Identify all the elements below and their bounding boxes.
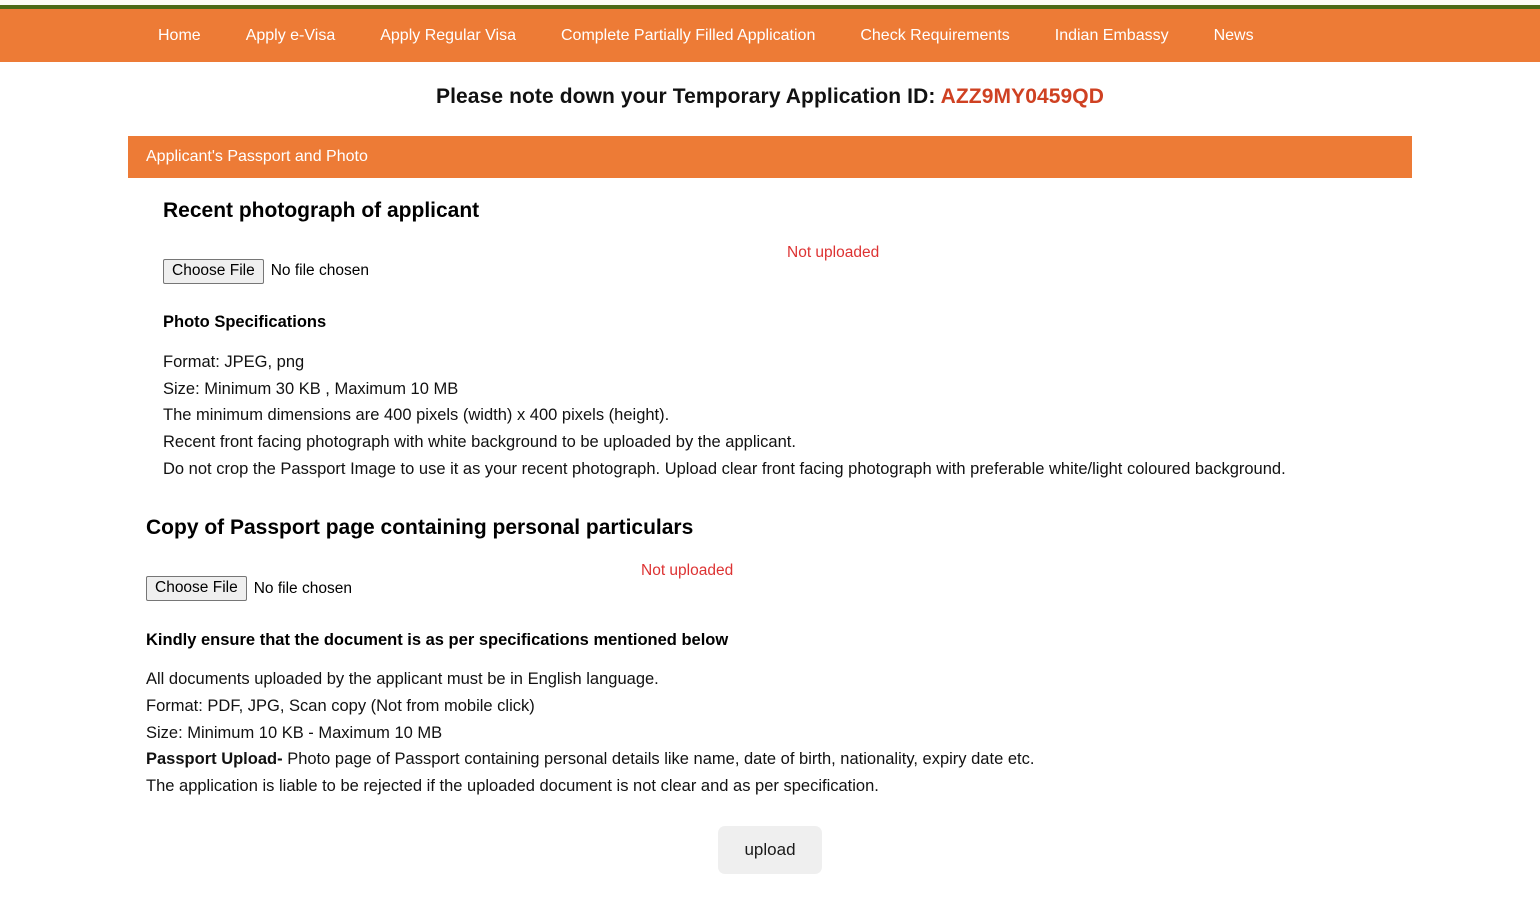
photo-spec-line: Size: Minimum 30 KB , Maximum 10 MB: [163, 379, 459, 398]
document-spec-line-passport-upload: Passport Upload- Photo page of Passport …: [146, 746, 1370, 773]
passport-choose-file-button[interactable]: Choose File: [146, 576, 247, 602]
nav-item-apply-regular-visa[interactable]: Apply Regular Visa: [380, 27, 516, 44]
nav-item-news[interactable]: News: [1214, 27, 1254, 44]
passport-section-heading: Copy of Passport page containing persona…: [146, 516, 694, 540]
temporary-application-id-label: Please note down your Temporary Applicat…: [435, 85, 941, 108]
passport-upload-emphasis: Passport Upload-: [146, 750, 283, 769]
passport-file-name: No file chosen: [253, 579, 352, 597]
section-header-title: Applicant's Passport and Photo: [146, 148, 368, 165]
photo-spec-line: Format: JPEG, png: [163, 352, 305, 371]
section-header-bar: Applicant's Passport and Photo: [128, 136, 1412, 178]
document-specifications-list: All documents uploaded by the applicant …: [0, 650, 1540, 800]
photo-spec-line: Recent front facing photograph with whit…: [163, 432, 796, 451]
photo-file-name: No file chosen: [270, 262, 369, 280]
photo-specifications-list: Format: JPEG, png Size: Minimum 30 KB , …: [0, 332, 1540, 483]
nav-item-complete-partially-filled-application[interactable]: Complete Partially Filled Application: [561, 27, 815, 44]
nav-item-indian-embassy[interactable]: Indian Embassy: [1055, 27, 1169, 44]
primary-navigation: Home Apply e-Visa Apply Regular Visa Com…: [0, 9, 1540, 62]
passport-upload-rest: Photo page of Passport containing person…: [282, 750, 1035, 769]
photo-upload-row: Choose File No file chosen Not uploaded: [0, 223, 1540, 284]
nav-item-apply-evisa[interactable]: Apply e-Visa: [246, 27, 336, 44]
photo-spec-line: The minimum dimensions are 400 pixels (w…: [163, 406, 670, 425]
nav-item-home[interactable]: Home: [158, 27, 201, 44]
photo-specifications-title: Photo Specifications: [163, 312, 327, 331]
main-content: Recent photograph of applicant Choose Fi…: [0, 178, 1540, 874]
passport-upload-status: Not uploaded: [641, 561, 734, 579]
temporary-application-id-value: AZZ9MY0459QD: [940, 85, 1105, 108]
document-specifications-title: Kindly ensure that the document is as pe…: [146, 631, 729, 650]
document-spec-line: Size: Minimum 10 KB - Maximum 10 MB: [146, 723, 443, 742]
upload-button[interactable]: upload: [718, 825, 822, 874]
passport-file-input[interactable]: Choose File No file chosen: [146, 576, 352, 602]
photo-choose-file-button[interactable]: Choose File: [163, 259, 264, 284]
document-spec-line: Format: PDF, JPG, Scan copy (Not from mo…: [146, 696, 535, 715]
upload-action-row: upload: [0, 800, 1540, 874]
document-spec-line-rejection-notice: The application is liable to be rejected…: [146, 777, 879, 796]
temporary-application-id-banner: Please note down your Temporary Applicat…: [0, 85, 1540, 109]
passport-upload-row: Choose File No file chosen Not uploaded: [0, 540, 1540, 602]
photo-upload-status: Not uploaded: [787, 244, 880, 262]
document-spec-line: All documents uploaded by the applicant …: [146, 670, 659, 689]
photo-spec-line: Do not crop the Passport Image to use it…: [163, 459, 1286, 478]
photo-file-input[interactable]: Choose File No file chosen: [163, 259, 369, 284]
nav-item-check-requirements[interactable]: Check Requirements: [860, 27, 1009, 44]
photo-section-heading: Recent photograph of applicant: [163, 199, 480, 222]
